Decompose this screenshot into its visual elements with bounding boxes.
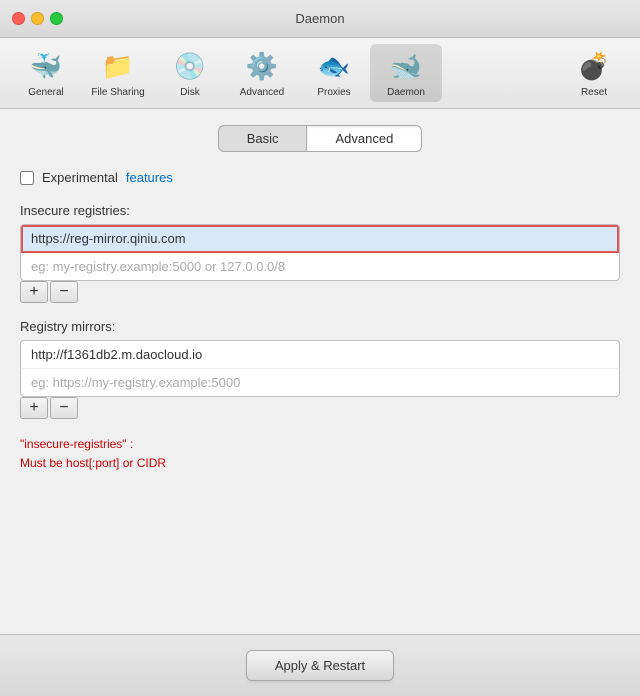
- mirrors-remove-button[interactable]: −: [50, 397, 78, 419]
- insecure-registry-item-1[interactable]: eg: my-registry.example:5000 or 127.0.0.…: [21, 253, 619, 280]
- tab-bar: Basic Advanced: [20, 125, 620, 152]
- proxies-label: Proxies: [317, 87, 350, 98]
- insecure-registries-controls: + −: [20, 281, 620, 303]
- daemon-label: Daemon: [387, 87, 425, 98]
- disk-label: Disk: [180, 87, 199, 98]
- error-line2: Must be host[:port] or CIDR: [20, 454, 620, 473]
- tab-group: Basic Advanced: [218, 125, 423, 152]
- content-area: Basic Advanced Experimental features Ins…: [0, 109, 640, 696]
- minimize-button[interactable]: [31, 12, 44, 25]
- advanced-icon: ⚙️: [244, 48, 280, 84]
- window-buttons: [12, 12, 63, 25]
- toolbar-item-proxies[interactable]: 🐟 Proxies: [298, 44, 370, 102]
- general-label: General: [28, 87, 64, 98]
- toolbar-item-reset[interactable]: 💣 Reset: [558, 44, 630, 102]
- tab-advanced[interactable]: Advanced: [307, 126, 421, 151]
- insecure-remove-button[interactable]: −: [50, 281, 78, 303]
- file-sharing-icon: 📁: [100, 48, 136, 84]
- toolbar-item-disk[interactable]: 💿 Disk: [154, 44, 226, 102]
- advanced-label: Advanced: [240, 87, 284, 98]
- registry-mirrors-controls: + −: [20, 397, 620, 419]
- apply-restart-button[interactable]: Apply & Restart: [246, 650, 394, 681]
- toolbar-item-general[interactable]: 🐳 General: [10, 44, 82, 102]
- titlebar: Daemon: [0, 0, 640, 38]
- registry-mirror-item-1[interactable]: eg: https://my-registry.example:5000: [21, 369, 619, 396]
- general-icon: 🐳: [28, 48, 64, 84]
- experimental-label: Experimental: [42, 170, 118, 185]
- experimental-checkbox[interactable]: [20, 171, 34, 185]
- reset-icon: 💣: [576, 48, 612, 84]
- insecure-add-button[interactable]: +: [20, 281, 48, 303]
- file-sharing-label: File Sharing: [91, 87, 144, 98]
- bottom-bar: Apply & Restart: [0, 634, 640, 696]
- insecure-registries-list: https://reg-mirror.qiniu.com eg: my-regi…: [20, 224, 620, 281]
- toolbar: 🐳 General 📁 File Sharing 💿 Disk ⚙️ Advan…: [0, 38, 640, 109]
- reset-label: Reset: [581, 87, 607, 98]
- tab-basic[interactable]: Basic: [219, 126, 308, 151]
- toolbar-item-advanced[interactable]: ⚙️ Advanced: [226, 44, 298, 102]
- registry-mirrors-list: http://f1361db2.m.daocloud.io eg: https:…: [20, 340, 620, 397]
- proxies-icon: 🐟: [316, 48, 352, 84]
- experimental-row: Experimental features: [20, 170, 620, 185]
- close-button[interactable]: [12, 12, 25, 25]
- app-window: Daemon 🐳 General 📁 File Sharing 💿 Disk ⚙…: [0, 0, 640, 696]
- insecure-registries-label: Insecure registries:: [20, 203, 620, 218]
- toolbar-item-file-sharing[interactable]: 📁 File Sharing: [82, 44, 154, 102]
- registry-mirror-item-0[interactable]: http://f1361db2.m.daocloud.io: [21, 341, 619, 369]
- window-title: Daemon: [295, 11, 344, 26]
- registry-mirrors-label: Registry mirrors:: [20, 319, 620, 334]
- error-message: "insecure-registries" : Must be host[:po…: [20, 435, 620, 473]
- features-link[interactable]: features: [126, 170, 173, 185]
- disk-icon: 💿: [172, 48, 208, 84]
- insecure-registry-item-0[interactable]: https://reg-mirror.qiniu.com: [21, 225, 619, 253]
- toolbar-item-daemon[interactable]: 🐋 Daemon: [370, 44, 442, 102]
- mirrors-add-button[interactable]: +: [20, 397, 48, 419]
- daemon-icon: 🐋: [388, 48, 424, 84]
- maximize-button[interactable]: [50, 12, 63, 25]
- error-line1: "insecure-registries" :: [20, 435, 620, 454]
